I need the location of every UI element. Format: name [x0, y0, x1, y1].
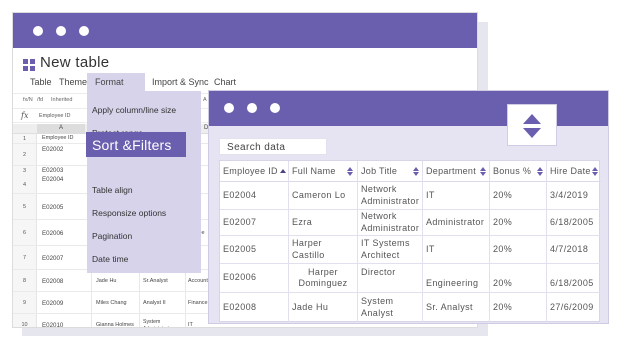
search-input[interactable]	[219, 138, 327, 155]
menu-import-sync[interactable]: Import & Sync	[152, 77, 209, 87]
column-header-full-name[interactable]: Full Name	[289, 161, 358, 182]
window-control-dot[interactable]	[33, 26, 43, 36]
window-control-dot[interactable]	[247, 103, 257, 113]
menu-item-table-align[interactable]: Table align	[87, 185, 201, 195]
window-control-dot[interactable]	[79, 26, 89, 36]
menu-chart[interactable]: Chart	[214, 77, 236, 87]
menu-bar: Table Theme Format Import & Sync Chart	[13, 75, 477, 91]
menu-item-date-time[interactable]: Date time	[87, 254, 201, 264]
table-row[interactable]: E02008 Jade Hu System Analyst Sr. Analys…	[220, 293, 601, 322]
menu-format[interactable]: Format	[95, 77, 124, 87]
table-header-row: Employee ID Full Name Job Title Departme…	[220, 161, 601, 182]
sort-icon[interactable]	[537, 167, 544, 177]
menu-item-pagination[interactable]: Pagination	[87, 231, 201, 241]
menu-item-responsive-options[interactable]: Responsize options	[87, 208, 201, 218]
table-row[interactable]: E02007 Ezra Network Administrator Admini…	[220, 210, 601, 236]
menu-table[interactable]: Table	[30, 77, 52, 87]
formula-input[interactable]: Employee ID	[39, 113, 71, 119]
window-titlebar	[13, 13, 477, 48]
format-dropdown-menu: Apply column/line size Protect range Tab…	[87, 91, 201, 273]
toolbar-fx-button[interactable]: fx/N	[23, 97, 33, 103]
table-row[interactable]: E02005 Harper Castillo IT Systems Archit…	[220, 236, 601, 264]
toolbar-font-button[interactable]: A	[203, 97, 207, 103]
table-row[interactable]: E02006 Harper Dominguez Director Enginee…	[220, 264, 601, 293]
fx-icon: fx	[21, 111, 29, 120]
column-header-bonus[interactable]: Bonus %	[490, 161, 547, 182]
sort-up-down-icon[interactable]	[507, 104, 557, 146]
sort-icon[interactable]	[480, 167, 487, 177]
toolbar-inherited-select[interactable]: Inherited	[51, 97, 72, 103]
column-header-employee-id[interactable]: Employee ID	[220, 161, 289, 182]
table-grid-icon	[23, 59, 35, 71]
window-control-dot[interactable]	[56, 26, 66, 36]
window-control-dot[interactable]	[224, 103, 234, 113]
toolbar-format-button[interactable]: /fd	[37, 97, 43, 103]
sort-icon[interactable]	[592, 167, 599, 177]
menu-item-apply-size[interactable]: Apply column/line size	[87, 105, 201, 115]
column-header-department[interactable]: Department	[423, 161, 490, 182]
data-table-window: Employee ID Full Name Job Title Departme…	[208, 90, 609, 324]
sort-icon[interactable]	[347, 167, 354, 177]
menu-item-sort-filters[interactable]: Sort &Filters	[86, 132, 186, 157]
menu-theme[interactable]: Theme	[59, 77, 87, 87]
sort-icon[interactable]	[413, 167, 420, 177]
table-row[interactable]: E02004 Cameron Lo Network Administrator …	[220, 182, 601, 210]
column-header-a[interactable]: A	[37, 124, 85, 134]
sort-asc-icon[interactable]	[280, 167, 287, 177]
page-title: New table	[40, 54, 110, 71]
column-header-job-title[interactable]: Job Title	[358, 161, 423, 182]
column-header-hire-date[interactable]: Hire Date	[547, 161, 601, 182]
window-control-dot[interactable]	[270, 103, 280, 113]
data-table: Employee ID Full Name Job Title Departme…	[219, 160, 601, 322]
